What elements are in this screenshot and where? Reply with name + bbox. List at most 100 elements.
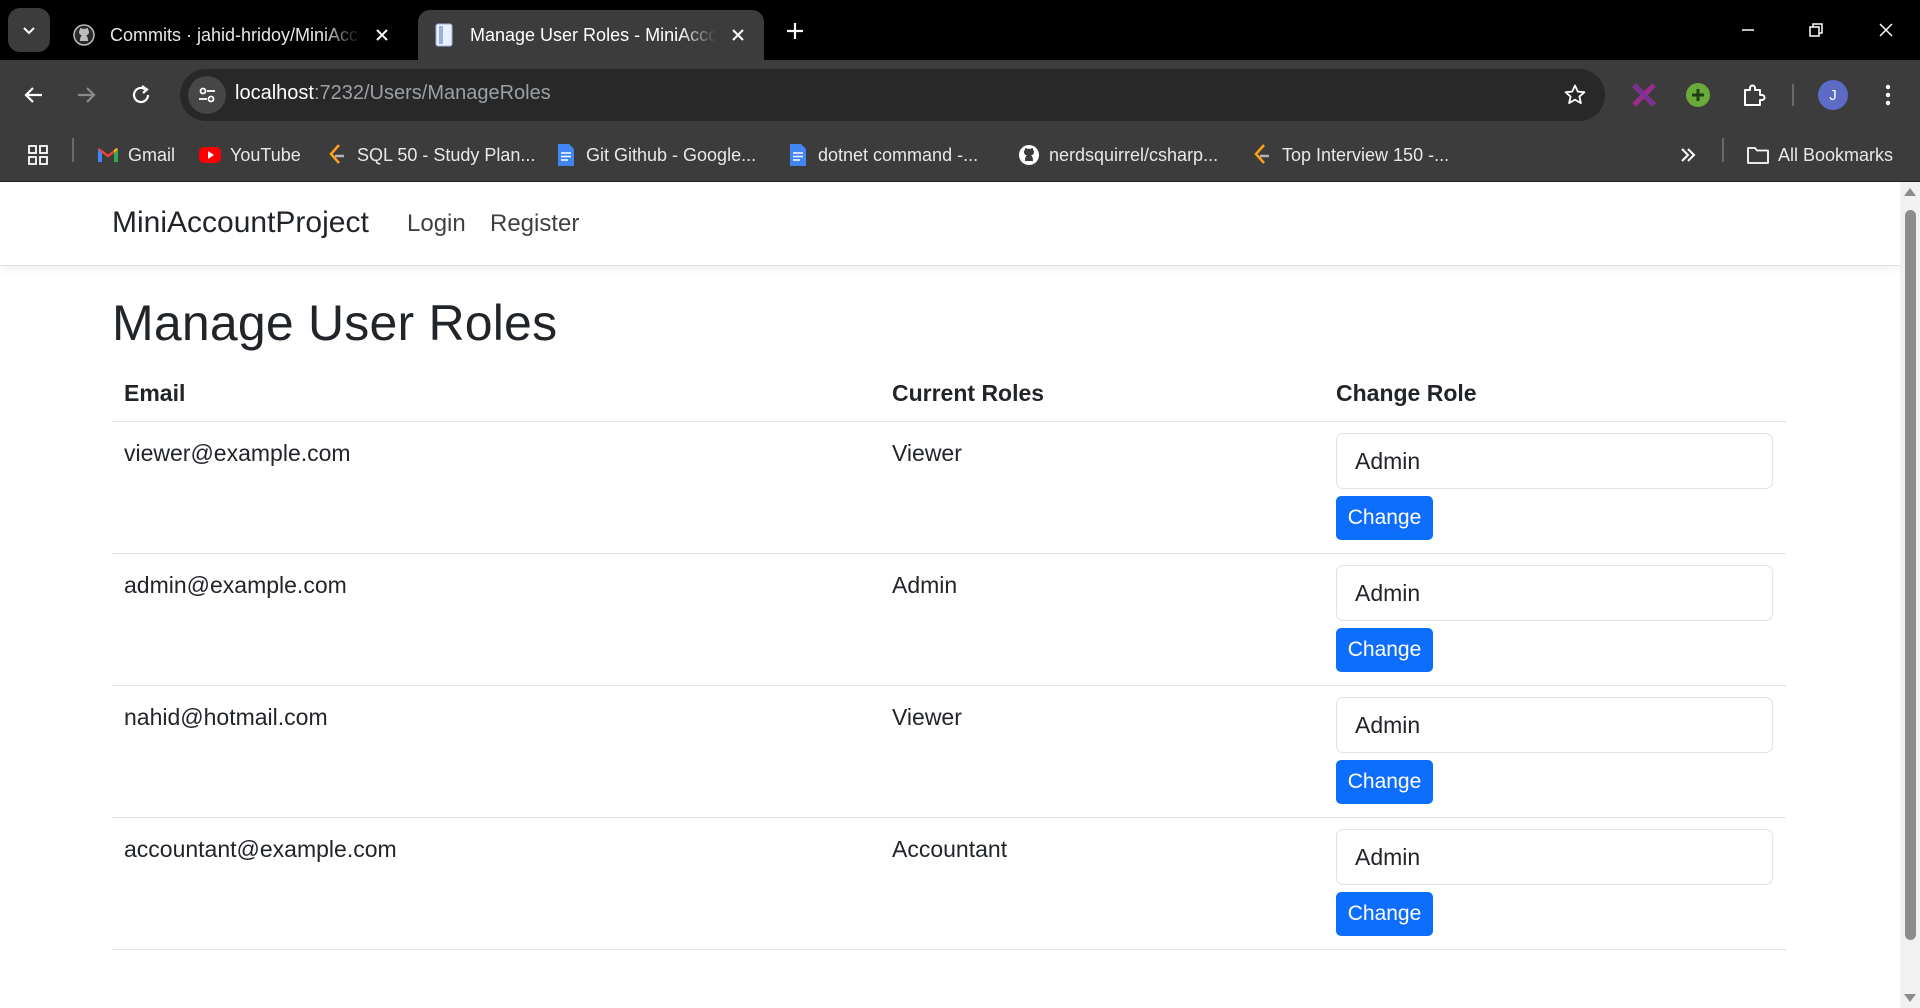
- chevron-down-icon: [23, 27, 35, 35]
- browser-toolbar: localhost:7232/Users/ManageRoles J: [0, 60, 1920, 130]
- tab-manage-user-roles[interactable]: Manage User Roles - MiniAccountProject: [418, 10, 764, 60]
- folder-icon: [1746, 143, 1770, 167]
- bookmarks-bar: Gmail YouTube SQL 50 - Study Plan... Git…: [0, 130, 1920, 182]
- gmail-icon: [96, 143, 120, 167]
- url-path: :7232/Users/ManageRoles: [313, 82, 551, 104]
- address-bar[interactable]: localhost:7232/Users/ManageRoles: [180, 69, 1605, 121]
- bookmarks-divider: [72, 138, 74, 162]
- toolbar-divider: [1792, 84, 1794, 106]
- tab-search-button[interactable]: [8, 8, 50, 52]
- all-bookmarks-label: All Bookmarks: [1778, 144, 1894, 165]
- leetcode-icon: [325, 143, 349, 167]
- apps-button[interactable]: [26, 140, 58, 170]
- user-email: nahid@hotmail.com: [124, 704, 328, 730]
- bookmark-label: Gmail: [128, 144, 176, 165]
- table-row: viewer@example.com Viewer Admin Change: [112, 422, 1786, 554]
- site-brand-link[interactable]: MiniAccountProject: [112, 206, 369, 240]
- user-email: accountant@example.com: [124, 836, 397, 862]
- bookmark-label: Top Interview 150 -...: [1282, 144, 1450, 165]
- star-icon[interactable]: [1563, 83, 1587, 107]
- tune-icon: [199, 87, 215, 103]
- bookmark-label: nerdsquirrel/csharp...: [1049, 144, 1219, 165]
- forward-button[interactable]: [66, 75, 106, 115]
- current-role: Viewer: [892, 440, 962, 466]
- column-header-current-roles: Current Roles: [892, 380, 1045, 406]
- youtube-icon: [198, 143, 222, 167]
- restore-icon: [1809, 23, 1823, 37]
- close-window-button[interactable]: [1866, 12, 1906, 48]
- profile-avatar[interactable]: J: [1818, 80, 1848, 110]
- user-email: admin@example.com: [124, 572, 347, 598]
- role-select[interactable]: Admin: [1336, 565, 1773, 621]
- tab-title: Manage User Roles - MiniAccountProject: [470, 24, 716, 45]
- all-bookmarks-button[interactable]: All Bookmarks: [1746, 140, 1893, 170]
- current-role: Admin: [892, 572, 958, 598]
- bookmark-label: dotnet command -...: [818, 144, 979, 165]
- new-tab-button[interactable]: [780, 16, 810, 46]
- bookmark-nerdsquirrel[interactable]: nerdsquirrel/csharp...: [1017, 140, 1218, 170]
- restore-button[interactable]: [1796, 12, 1836, 48]
- page-viewport: MiniAccountProject Login Register Manage…: [0, 182, 1920, 1008]
- table-row: accountant@example.com Accountant Admin …: [112, 818, 1786, 950]
- user-email: viewer@example.com: [124, 440, 351, 466]
- nav-login-link[interactable]: Login: [407, 210, 466, 238]
- close-icon: [1879, 23, 1893, 37]
- url-host: localhost: [235, 82, 314, 104]
- page-scrollbar[interactable]: [1900, 182, 1920, 1008]
- browser-tabstrip: Commits · jahid-hridoy/MiniAccountProjec…: [0, 0, 1920, 60]
- roles-table: Email Current Roles Change Role viewer@e…: [112, 372, 1786, 950]
- arrow-right-icon: [78, 87, 96, 103]
- bookmark-label: SQL 50 - Study Plan...: [357, 144, 536, 165]
- bookmark-dotnet-command[interactable]: dotnet command -...: [786, 140, 978, 170]
- role-select[interactable]: Admin: [1336, 829, 1773, 885]
- back-button[interactable]: [14, 75, 54, 115]
- extension-x-icon[interactable]: [1627, 78, 1661, 112]
- current-role: Accountant: [892, 836, 1008, 862]
- table-row: nahid@hotmail.com Viewer Admin Change: [112, 686, 1786, 818]
- scroll-up-arrow-icon[interactable]: [1904, 188, 1916, 196]
- close-icon[interactable]: [370, 23, 394, 47]
- table-row: admin@example.com Admin Admin Change: [112, 554, 1786, 686]
- role-select[interactable]: Admin: [1336, 697, 1773, 753]
- apps-grid-icon: [26, 143, 50, 167]
- change-role-button[interactable]: Change: [1336, 892, 1433, 936]
- column-header-change-role: Change Role: [1336, 380, 1477, 406]
- role-select[interactable]: Admin: [1336, 433, 1773, 489]
- scrollbar-thumb[interactable]: [1905, 210, 1916, 940]
- bookmark-label: YouTube: [230, 144, 301, 165]
- reload-button[interactable]: [121, 75, 161, 115]
- arrow-left-icon: [24, 87, 42, 103]
- more-bookmarks-button[interactable]: [1676, 140, 1708, 170]
- docs-icon: [786, 143, 810, 167]
- site-navbar: MiniAccountProject Login Register: [0, 182, 1900, 266]
- more-menu-icon[interactable]: [1871, 78, 1905, 112]
- minimize-icon: [1742, 29, 1754, 31]
- docs-icon: [554, 143, 578, 167]
- column-header-email: Email: [124, 380, 186, 406]
- minimize-button[interactable]: [1728, 12, 1768, 48]
- close-icon[interactable]: [726, 23, 750, 47]
- site-info-button[interactable]: [188, 76, 226, 114]
- plus-icon: [787, 23, 803, 39]
- github-icon: [1017, 143, 1041, 167]
- change-role-button[interactable]: Change: [1336, 496, 1433, 540]
- bookmark-youtube[interactable]: YouTube: [198, 140, 301, 170]
- page-title: Manage User Roles: [112, 295, 558, 351]
- extension-plus-icon[interactable]: [1681, 78, 1715, 112]
- bookmark-top-interview[interactable]: Top Interview 150 -...: [1250, 140, 1449, 170]
- scroll-down-arrow-icon[interactable]: [1904, 994, 1916, 1002]
- chevrons-right-icon: [1676, 143, 1700, 167]
- url-text: localhost:7232/Users/ManageRoles: [235, 82, 551, 105]
- bookmark-sql-50[interactable]: SQL 50 - Study Plan...: [325, 140, 535, 170]
- nav-register-link[interactable]: Register: [490, 210, 579, 238]
- bookmark-gmail[interactable]: Gmail: [96, 140, 175, 170]
- page-icon: [432, 23, 456, 47]
- tab-commits[interactable]: Commits · jahid-hridoy/MiniAccountProjec…: [58, 10, 408, 60]
- change-role-button[interactable]: Change: [1336, 628, 1433, 672]
- github-icon: [72, 23, 96, 47]
- bookmark-git-github[interactable]: Git Github - Google...: [554, 140, 756, 170]
- leetcode-icon: [1250, 143, 1274, 167]
- tab-title: Commits · jahid-hridoy/MiniAccountProjec…: [110, 24, 360, 45]
- change-role-button[interactable]: Change: [1336, 760, 1433, 804]
- extensions-puzzle-icon[interactable]: [1736, 78, 1770, 112]
